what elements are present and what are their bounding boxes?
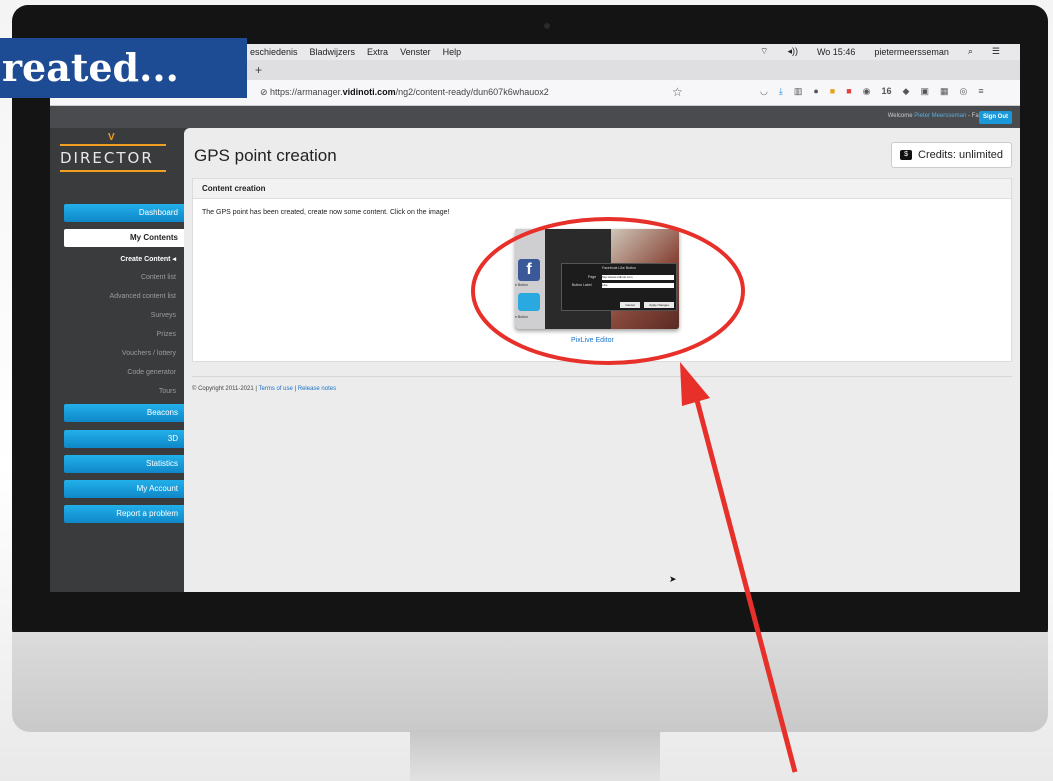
logo-v-mark: V — [108, 132, 115, 143]
apply-changes-button: Apply changes — [644, 302, 674, 308]
sidebar-subitem-surveys[interactable]: Surveys — [50, 312, 176, 319]
menu-item[interactable]: Extra — [367, 47, 388, 57]
director-logo[interactable]: V DIRECTOR — [60, 132, 170, 178]
app-header: Welcome Pieter Meersseman - Faro Sign Ou… — [50, 106, 1020, 128]
facebook-icon: f — [518, 259, 540, 281]
menu-item[interactable]: Bladwijzers — [310, 47, 356, 57]
sidebar-item-report-problem[interactable]: Report a problem — [64, 505, 184, 523]
url-path: /ng2/content-ready/dun607k6whauox2 — [395, 87, 549, 97]
sidebar-item-my-account[interactable]: My Account — [64, 480, 184, 498]
arrow-left-icon: ◂ — [172, 256, 176, 263]
sidebar: V DIRECTOR Dashboard My Contents Create … — [50, 128, 184, 592]
bookmark-star-icon[interactable]: ☆ — [672, 85, 683, 99]
extension-icon[interactable]: ● — [813, 86, 818, 97]
pixlive-editor-thumbnail[interactable]: f e Button e Button Facebook Like Button… — [515, 229, 679, 329]
thumbnail-sidebar: f e Button e Button — [515, 229, 545, 329]
menu-icon[interactable]: ☰ — [992, 46, 1000, 57]
url-domain: vidinoti.com — [342, 87, 396, 97]
terms-link[interactable]: Terms of use — [258, 386, 292, 392]
url-prefix: https://armanager. — [270, 87, 343, 97]
extension-icon[interactable]: ▣ — [920, 86, 929, 97]
sidebar-subitem-code-generator[interactable]: Code generator — [50, 369, 176, 376]
new-tab-button[interactable]: + — [255, 63, 262, 77]
pocket-icon[interactable]: ◡ — [760, 86, 768, 97]
imac-stand — [410, 730, 660, 781]
button-label-field: Like — [602, 283, 674, 288]
page-field: http://www.vidinoti.com — [602, 275, 674, 280]
volume-icon[interactable]: ◂)) — [787, 46, 798, 57]
sidebar-item-beacons[interactable]: Beacons — [64, 404, 184, 422]
extension-icon[interactable]: ◉ — [863, 86, 871, 97]
logo-text: DIRECTOR — [60, 149, 154, 167]
mouse-cursor-icon: ➤ — [669, 574, 677, 584]
imac-chin — [12, 632, 1048, 732]
search-icon[interactable]: ⌕ — [968, 46, 973, 57]
download-icon[interactable]: ⤓ — [779, 86, 783, 97]
extension-icon[interactable]: ■ — [846, 86, 851, 97]
menu-item[interactable]: Venster — [400, 47, 431, 57]
username-link[interactable]: Pieter Meersseman — [914, 113, 966, 119]
sidebar-item-dashboard[interactable]: Dashboard — [64, 204, 184, 222]
release-notes-link[interactable]: Release notes — [298, 386, 336, 392]
sidebar-subitem-tours[interactable]: Tours — [50, 388, 176, 395]
facebook-like-dialog: Facebook Like Button Page http://www.vid… — [561, 263, 677, 311]
sidebar-subitem-vouchers[interactable]: Vouchers / lottery — [50, 350, 176, 357]
screen: eschiedenis Bladwijzers Extra Venster He… — [50, 44, 1020, 592]
sidebar-subitem-create-content[interactable]: Create Content ◂ — [50, 255, 176, 263]
subitem-label: Create Content — [120, 256, 171, 263]
twitter-icon — [518, 293, 540, 311]
extension-icon[interactable]: ◎ — [960, 86, 968, 97]
welcome-label: Welcome — [887, 113, 913, 119]
sidebar-item-statistics[interactable]: Statistics — [64, 455, 184, 473]
coin-icon: $ — [900, 150, 913, 160]
sidebar-item-my-contents[interactable]: My Contents — [64, 229, 184, 247]
thumb-label: e Button — [515, 283, 529, 287]
wifi-icon[interactable]: ⌔ — [760, 46, 768, 57]
extension-icon[interactable]: ■ — [830, 86, 835, 97]
welcome-text: Welcome Pieter Meersseman - Faro — [888, 113, 984, 119]
user-name[interactable]: pietermeersseman — [874, 47, 949, 57]
footer-divider — [192, 376, 1012, 377]
extension-icon[interactable]: ▦ — [940, 86, 949, 97]
status-area: ⌔ ◂)) Wo 15:46 pietermeersseman ⌕ ☰ — [760, 46, 1012, 57]
lock-icon: ⊘ — [260, 87, 271, 97]
page-title: GPS point creation — [194, 146, 337, 165]
extension-badge[interactable]: 16 — [882, 86, 892, 97]
logo-top-line — [60, 144, 166, 146]
clock[interactable]: Wo 15:46 — [817, 47, 855, 57]
menu-item[interactable]: eschiedenis — [250, 47, 298, 57]
content-creation-panel: Content creation The GPS point has been … — [192, 178, 1012, 362]
hamburger-menu-icon[interactable]: ≡ — [978, 86, 983, 97]
panel-message: The GPS point has been created, create n… — [202, 209, 450, 216]
copyright-text: © Copyright 2011-2021 | — [192, 386, 257, 392]
dialog-title: Facebook Like Button — [602, 266, 636, 270]
extension-icon[interactable]: ◆ — [903, 86, 910, 97]
sidebar-subitem-prizes[interactable]: Prizes — [50, 331, 176, 338]
cancel-button: Cancel — [620, 302, 640, 308]
panel-title: Content creation — [193, 179, 1011, 199]
main-content: GPS point creation $ Credits: unlimited … — [184, 128, 1020, 592]
sign-out-button[interactable]: Sign Out — [979, 111, 1012, 124]
footer: © Copyright 2011-2021 | Terms of use | R… — [192, 386, 336, 392]
sidebar-subitem-content-list[interactable]: Content list — [50, 274, 176, 281]
menu-item[interactable]: Help — [443, 47, 462, 57]
camera — [544, 23, 550, 29]
pixlive-editor-link[interactable]: PixLive Editor — [571, 337, 614, 344]
page-label: Page — [588, 275, 597, 279]
thumb-label: e Button — [515, 315, 529, 319]
credits-badge: $ Credits: unlimited — [891, 142, 1012, 168]
credits-label: Credits: unlimited — [918, 149, 1003, 161]
footer-separator: | — [294, 386, 297, 392]
logo-bottom-line — [60, 170, 166, 172]
sidebar-item-3d[interactable]: 3D — [64, 430, 184, 448]
url-text[interactable]: ⊘ https://armanager.vidinoti.com/ng2/con… — [260, 87, 549, 98]
button-label-label: Button Label — [572, 283, 592, 287]
library-icon[interactable]: ▥ — [794, 86, 803, 97]
sidebar-subitem-advanced-content-list[interactable]: Advanced content list — [50, 293, 176, 300]
overlay-banner: reated... — [0, 38, 247, 98]
browser-toolbar: ◡ ⤓ ▥ ● ■ ■ ◉ 16 ◆ ▣ ▦ ◎ ≡ — [760, 86, 984, 97]
